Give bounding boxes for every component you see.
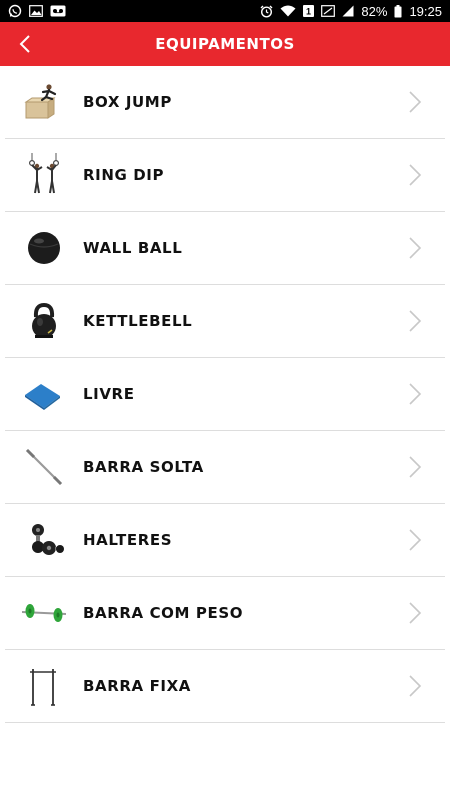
chevron-right-icon	[409, 675, 422, 697]
box-jump-icon	[22, 80, 66, 124]
weighted-barbell-icon	[22, 591, 66, 635]
chevron-right-icon	[409, 602, 422, 624]
status-bar: 1 82% 19:25	[0, 0, 450, 22]
clock: 19:25	[409, 3, 442, 19]
list-item-label: BARRA SOLTA	[83, 458, 204, 476]
chevron-right-icon	[409, 91, 422, 113]
chevron-right-icon	[409, 383, 422, 405]
list-item-wall-ball[interactable]: WALL BALL	[5, 212, 445, 285]
app-bar: EQUIPAMENTOS	[0, 22, 450, 66]
ring-dip-icon	[22, 153, 66, 197]
battery-percent: 82%	[361, 3, 388, 19]
svg-text:1: 1	[306, 7, 311, 17]
chevron-right-icon	[409, 237, 422, 259]
gallery-icon	[29, 5, 43, 17]
chevron-left-icon	[19, 35, 30, 53]
screen-icon	[321, 5, 336, 17]
pullup-bar-icon	[22, 664, 66, 708]
list-item-ring-dip[interactable]: RING DIP	[5, 139, 445, 212]
wall-ball-icon	[22, 226, 66, 270]
dumbbells-icon	[22, 518, 66, 562]
chevron-right-icon	[409, 310, 422, 332]
barbell-icon	[22, 445, 66, 489]
list-item-label: BARRA FIXA	[83, 677, 191, 695]
signal-icon	[342, 5, 354, 17]
list-item-label: HALTERES	[83, 531, 173, 549]
alarm-icon	[260, 5, 273, 18]
list-item-label: BARRA COM PESO	[83, 604, 244, 622]
list-item-barra-solta[interactable]: BARRA SOLTA	[5, 431, 445, 504]
list-item-label: KETTLEBELL	[83, 312, 193, 330]
list-item-barra-fixa[interactable]: BARRA FIXA	[5, 650, 445, 723]
page-title: EQUIPAMENTOS	[155, 35, 295, 53]
whatsapp-icon	[8, 4, 22, 18]
list-item-label: WALL BALL	[83, 239, 183, 257]
voicemail-icon	[50, 5, 66, 17]
list-item-label: RING DIP	[83, 166, 165, 184]
list-item-box-jump[interactable]: BOX JUMP	[5, 66, 445, 139]
equipment-list: BOX JUMP RING DIP WALL BALL KETTLEBELL L…	[0, 66, 450, 723]
wifi-icon	[280, 5, 296, 17]
battery-icon	[394, 4, 402, 18]
list-item-kettlebell[interactable]: KETTLEBELL	[5, 285, 445, 358]
list-item-barra-com-peso[interactable]: BARRA COM PESO	[5, 577, 445, 650]
chevron-right-icon	[409, 164, 422, 186]
chevron-right-icon	[409, 529, 422, 551]
list-item-livre[interactable]: LIVRE	[5, 358, 445, 431]
kettlebell-icon	[22, 299, 66, 343]
chevron-right-icon	[409, 456, 422, 478]
list-item-label: BOX JUMP	[83, 93, 172, 111]
sim-icon: 1	[303, 5, 315, 17]
list-item-label: LIVRE	[83, 385, 135, 403]
mat-icon	[22, 372, 66, 416]
back-button[interactable]	[10, 29, 40, 59]
list-item-halteres[interactable]: HALTERES	[5, 504, 445, 577]
